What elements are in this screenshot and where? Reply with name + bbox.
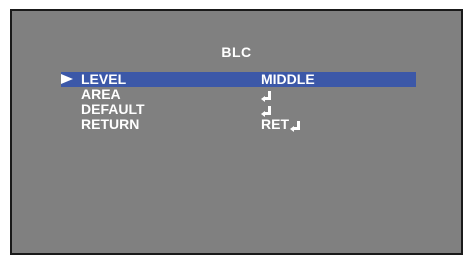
menu-item-value: RET: [261, 116, 301, 132]
menu-item-label: AREA: [81, 86, 121, 102]
menu-item-label: DEFAULT: [81, 101, 145, 117]
menu-item-value-text: RET: [261, 116, 289, 132]
enter-icon: [261, 91, 271, 102]
menu-title: BLC: [221, 44, 252, 60]
menu-item-default[interactable]: DEFAULT: [61, 102, 416, 117]
enter-icon: [261, 106, 271, 117]
menu-item-value-text: MIDDLE: [261, 71, 315, 87]
menu-item-value: [261, 87, 271, 102]
enter-icon: [290, 121, 301, 132]
menu-item-level[interactable]: LEVEL MIDDLE: [61, 72, 416, 87]
cursor-arrow-icon: [61, 74, 73, 84]
menu-item-value: MIDDLE: [261, 72, 315, 87]
menu-item-area[interactable]: AREA: [61, 87, 416, 102]
menu-list: LEVEL MIDDLE AREA DEFAULT RETURN RET: [61, 72, 416, 132]
menu-item-value: [261, 102, 271, 117]
osd-screen: BLC LEVEL MIDDLE AREA DEFAULT RETURN RET: [10, 9, 463, 255]
menu-item-return[interactable]: RETURN RET: [61, 117, 416, 132]
menu-item-label: RETURN: [81, 116, 140, 132]
menu-item-label: LEVEL: [81, 71, 127, 87]
